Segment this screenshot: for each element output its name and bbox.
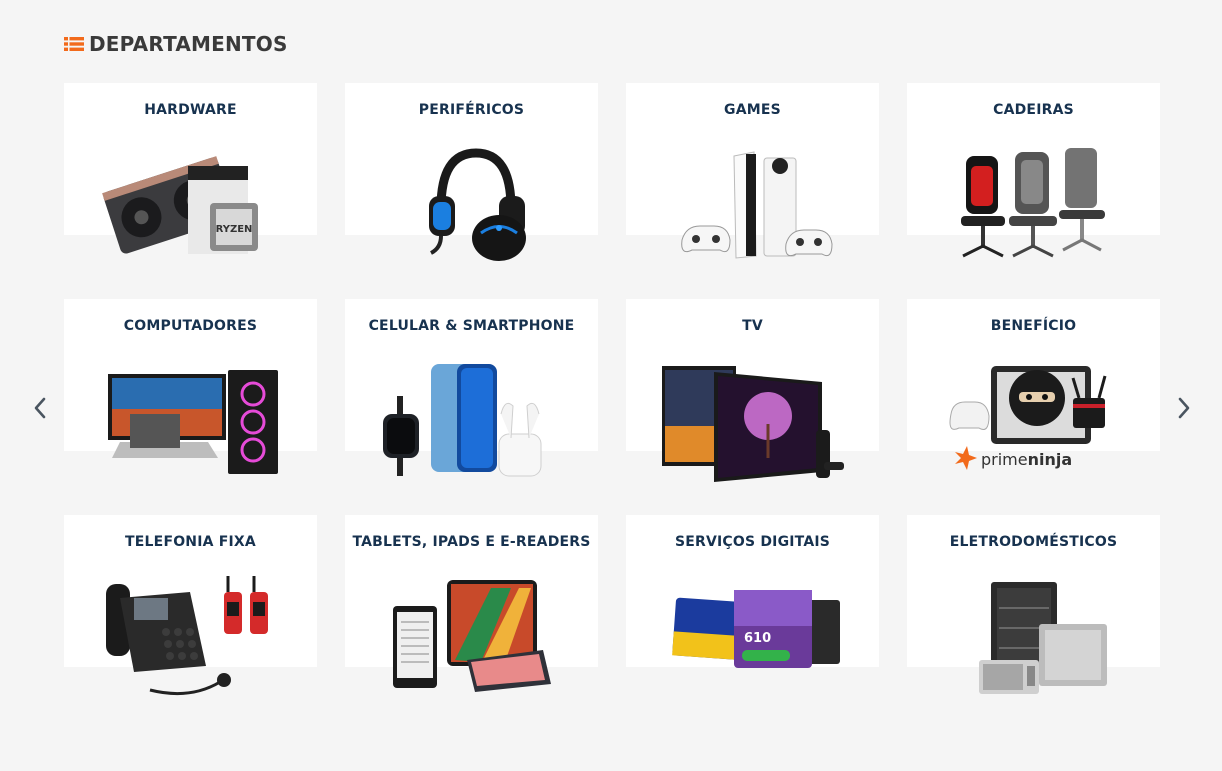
- department-card-tv[interactable]: TV: [626, 299, 879, 499]
- gift-card-icon: 610: [672, 590, 840, 668]
- prime-ninja-icon: primeninja: [949, 366, 1107, 470]
- department-label: GAMES: [724, 102, 781, 118]
- department-label: TV: [742, 318, 763, 334]
- department-card-computadores[interactable]: COMPUTADORES: [64, 299, 317, 499]
- graphics-card-cpu-icon: RYZEN: [102, 156, 258, 254]
- department-label: HARDWARE: [144, 102, 237, 118]
- department-label: TABLETS, IPADS E E-READERS: [352, 534, 591, 550]
- tablet-icon: [393, 580, 551, 692]
- desk-phone-icon: [106, 576, 268, 696]
- department-card-eletrodomesticos[interactable]: ELETRODOMÉSTICOS: [907, 515, 1160, 715]
- section-heading: DEPARTAMENTOS: [64, 32, 288, 56]
- headset-mouse-icon: [429, 148, 526, 261]
- smartphone-watch-icon: [383, 364, 542, 477]
- department-label: COMPUTADORES: [123, 318, 258, 334]
- department-label: CADEIRAS: [993, 102, 1074, 118]
- department-card-beneficio[interactable]: BENEFÍCIO primeninja: [907, 299, 1160, 499]
- gaming-chair-icon: [961, 148, 1105, 258]
- list-icon: [64, 37, 84, 51]
- game-console-icon: [681, 151, 833, 259]
- prime-ninja-logo-text: primeninja: [981, 450, 1072, 469]
- department-card-hardware[interactable]: HARDWARE RYZEN: [64, 83, 317, 283]
- department-label: TELEFONIA FIXA: [125, 534, 256, 550]
- department-card-celular-smartphone[interactable]: CELULAR & SMARTPHONE: [345, 299, 598, 499]
- svg-text:610: 610: [744, 631, 771, 646]
- department-label: ELETRODOMÉSTICOS: [949, 534, 1118, 550]
- television-icon: [662, 366, 844, 482]
- chevron-left-icon[interactable]: [29, 395, 51, 421]
- appliance-icon: [979, 582, 1107, 694]
- department-card-telefonia-fixa[interactable]: TELEFONIA FIXA: [64, 515, 317, 715]
- department-card-games[interactable]: GAMES: [626, 83, 879, 283]
- department-card-servicos-digitais[interactable]: SERVIÇOS DIGITAIS 610: [626, 515, 879, 715]
- department-card-perifericos[interactable]: PERIFÉRICOS: [345, 83, 598, 283]
- department-card-cadeiras[interactable]: CADEIRAS: [907, 83, 1160, 283]
- departments-grid: HARDWARE RYZEN PERIFÉRICOS GAMES CADEIRA…: [64, 83, 1160, 715]
- department-label: PERIFÉRICOS: [418, 102, 525, 118]
- department-label: CELULAR & SMARTPHONE: [368, 318, 575, 334]
- department-card-tablets-ipads-e-readers[interactable]: TABLETS, IPADS E E-READERS: [345, 515, 598, 715]
- desktop-computer-icon: [108, 370, 278, 474]
- svg-text:RYZEN: RYZEN: [216, 224, 253, 235]
- department-label: SERVIÇOS DIGITAIS: [674, 534, 831, 550]
- section-title: DEPARTAMENTOS: [89, 32, 288, 56]
- department-label: BENEFÍCIO: [990, 318, 1077, 334]
- chevron-right-icon[interactable]: [1173, 395, 1195, 421]
